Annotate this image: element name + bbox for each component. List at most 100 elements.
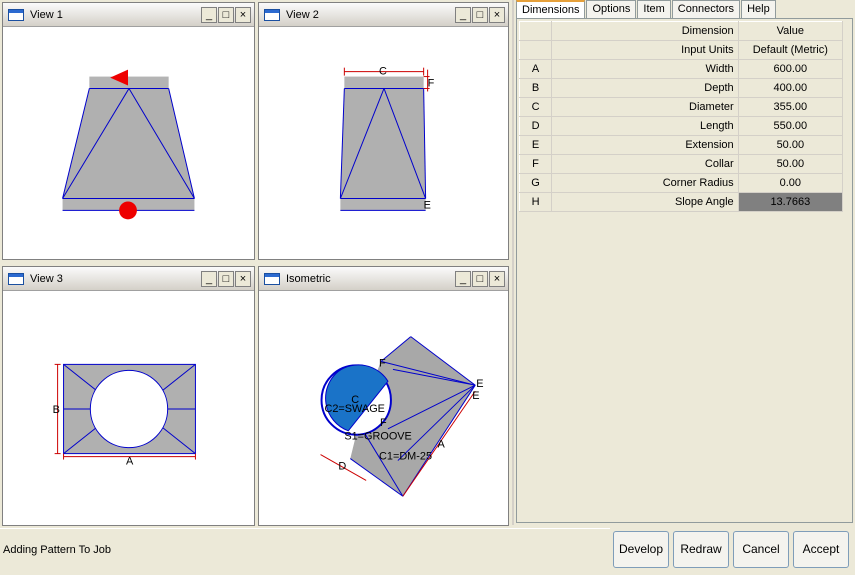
grid-value-cell-selected[interactable]: 13.7663 xyxy=(737,192,844,212)
view-3-canvas[interactable]: B A xyxy=(3,292,254,525)
dim-label-e: E xyxy=(424,199,431,211)
dim-label-a: A xyxy=(126,456,134,468)
grid-dimension-label: Collar xyxy=(551,154,739,174)
window-icon xyxy=(264,273,280,285)
grid-header-dimension: Dimension xyxy=(551,21,739,41)
window-icon xyxy=(8,9,24,21)
develop-button[interactable]: Develop xyxy=(613,531,669,568)
view-2-window: View 2 _ □ × C F E xyxy=(258,2,509,260)
grid-row[interactable]: B Depth 400.00 xyxy=(518,78,844,98)
grid-key: H xyxy=(518,192,553,212)
iso-label-f-top: F xyxy=(379,357,386,369)
view-2-canvas[interactable]: C F E xyxy=(259,28,508,259)
iso-label-s1: S1=GROOVE xyxy=(344,431,412,443)
minimize-button[interactable]: _ xyxy=(455,271,471,287)
round-opening xyxy=(89,369,169,449)
grid-row[interactable]: A Width 600.00 xyxy=(518,59,844,79)
view-3-titlebar[interactable]: View 3 _ □ × xyxy=(3,267,254,291)
minimize-button[interactable]: _ xyxy=(201,271,217,287)
grid-value-cell[interactable]: 50.00 xyxy=(737,154,844,174)
grid-row[interactable]: F Collar 50.00 xyxy=(518,154,844,174)
isometric-canvas[interactable]: F C C2=SWAGE F S1=GROOVE C1=DM-25 D A E … xyxy=(259,292,508,525)
dimensions-grid: Dimension Value Input Units Default (Met… xyxy=(518,21,844,212)
collar-bottom xyxy=(340,198,426,211)
iso-label-f-mid: F xyxy=(380,417,387,429)
grid-value-cell[interactable]: Default (Metric) xyxy=(737,40,844,60)
tab-item[interactable]: Item xyxy=(637,0,671,18)
grid-key xyxy=(518,40,553,60)
close-button[interactable]: × xyxy=(235,7,251,23)
maximize-button[interactable]: □ xyxy=(218,7,234,23)
tab-options[interactable]: Options xyxy=(586,0,637,18)
view-3-title: View 3 xyxy=(30,273,63,285)
grid-key: F xyxy=(518,154,553,174)
view-1-titlebar[interactable]: View 1 _ □ × xyxy=(3,3,254,27)
grid-row[interactable]: E Extension 50.00 xyxy=(518,135,844,155)
view-2-titlebar[interactable]: View 2 _ □ × xyxy=(259,3,508,27)
accept-button[interactable]: Accept xyxy=(793,531,849,568)
grid-dimension-label: Corner Radius xyxy=(551,173,739,193)
grid-value-cell[interactable]: 0.00 xyxy=(737,173,844,193)
iso-label-a: A xyxy=(438,439,446,451)
tab-connectors[interactable]: Connectors xyxy=(671,0,741,18)
grid-value-cell[interactable]: 50.00 xyxy=(737,135,844,155)
collar-top xyxy=(89,76,169,89)
grid-key: B xyxy=(518,78,553,98)
status-text: Adding Pattern To Job xyxy=(3,544,112,556)
connection-point-icon[interactable] xyxy=(119,201,137,220)
close-button[interactable]: × xyxy=(235,271,251,287)
tab-help[interactable]: Help xyxy=(741,0,776,18)
grid-header-value: Value xyxy=(737,21,844,41)
grid-key: C xyxy=(518,97,553,117)
grid-header-corner xyxy=(518,21,553,41)
tab-dimensions[interactable]: Dimensions xyxy=(516,0,586,19)
grid-dimension-label: Input Units xyxy=(551,40,739,60)
grid-dimension-label: Depth xyxy=(551,78,739,98)
grid-key: E xyxy=(518,135,553,155)
grid-row[interactable]: D Length 550.00 xyxy=(518,116,844,136)
grid-row-input-units[interactable]: Input Units Default (Metric) xyxy=(518,40,844,60)
view-2-title: View 2 xyxy=(286,9,319,21)
grid-row[interactable]: G Corner Radius 0.00 xyxy=(518,173,844,193)
grid-key: A xyxy=(518,59,553,79)
grid-key: G xyxy=(518,173,553,193)
maximize-button[interactable]: □ xyxy=(218,271,234,287)
grid-dimension-label: Diameter xyxy=(551,97,739,117)
grid-value-cell[interactable]: 600.00 xyxy=(737,59,844,79)
iso-label-c2: C2=SWAGE xyxy=(325,403,385,415)
grid-value-cell[interactable]: 400.00 xyxy=(737,78,844,98)
redraw-button[interactable]: Redraw xyxy=(673,531,729,568)
view-1-title: View 1 xyxy=(30,9,63,21)
isometric-titlebar[interactable]: Isometric _ □ × xyxy=(259,267,508,291)
grid-row[interactable]: C Diameter 355.00 xyxy=(518,97,844,117)
grid-row[interactable]: H Slope Angle 13.7663 xyxy=(518,192,844,212)
grid-value-cell[interactable]: 355.00 xyxy=(737,97,844,117)
cancel-button[interactable]: Cancel xyxy=(733,531,789,568)
grid-dimension-label: Length xyxy=(551,116,739,136)
iso-label-c1: C1=DM-25 xyxy=(379,451,432,463)
close-button[interactable]: × xyxy=(489,7,505,23)
dim-label-b: B xyxy=(53,404,60,416)
minimize-button[interactable]: _ xyxy=(455,7,471,23)
properties-panel: Dimensions Options Item Connectors Help … xyxy=(512,0,855,525)
transition-body xyxy=(340,88,426,199)
grid-dimension-label: Width xyxy=(551,59,739,79)
grid-key: D xyxy=(518,116,553,136)
dimensions-tab-body: Dimension Value Input Units Default (Met… xyxy=(516,18,853,523)
maximize-button[interactable]: □ xyxy=(472,271,488,287)
maximize-button[interactable]: □ xyxy=(472,7,488,23)
window-icon xyxy=(8,273,24,285)
grid-dimension-label: Extension xyxy=(551,135,739,155)
grid-dimension-label: Slope Angle xyxy=(551,192,739,212)
close-button[interactable]: × xyxy=(489,271,505,287)
iso-label-d: D xyxy=(338,460,346,472)
isometric-window: Isometric _ □ × F C C2=SWAGE F S1=GROOVE… xyxy=(258,266,509,526)
grid-value-cell[interactable]: 550.00 xyxy=(737,116,844,136)
iso-label-e2: E xyxy=(472,390,479,402)
grid-header-row: Dimension Value xyxy=(518,21,844,41)
dim-label-f: F xyxy=(428,77,435,89)
minimize-button[interactable]: _ xyxy=(201,7,217,23)
view-1-window: View 1 _ □ × xyxy=(2,2,255,260)
view-1-canvas[interactable] xyxy=(3,28,254,259)
iso-label-e1: E xyxy=(476,378,483,390)
